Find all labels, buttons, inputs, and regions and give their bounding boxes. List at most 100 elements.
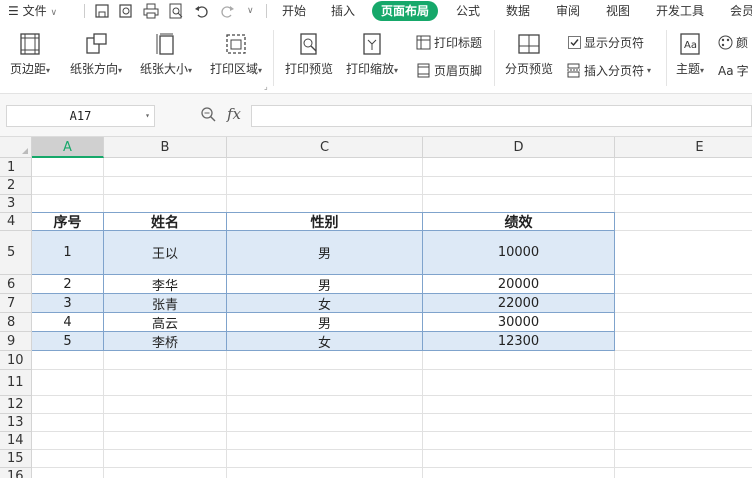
row-header-9[interactable]: 9: [0, 332, 32, 351]
more-icon[interactable]: ∨: [247, 0, 254, 22]
table-cell[interactable]: 3: [32, 294, 103, 312]
ribbon: 页边距▾ 纸张方向▾ 纸张大小▾ 打印区域▾ ⌟ 打印预览 打印缩放▾ 打印标题…: [0, 22, 752, 94]
zoom-icon[interactable]: [200, 106, 218, 124]
table-cell[interactable]: 10000: [423, 231, 614, 274]
tab-home[interactable]: 开始: [282, 0, 306, 22]
print-preview-button[interactable]: 打印预览: [282, 32, 336, 77]
table-cell[interactable]: 李桥: [104, 332, 226, 351]
page-break-preview-button[interactable]: 分页预览: [502, 32, 556, 77]
theme-icon: Aa: [680, 33, 700, 55]
row-header-4[interactable]: 4: [0, 213, 32, 231]
print-preview-label: 打印预览: [284, 62, 333, 76]
formula-bar: A17 ▾ fx: [0, 94, 752, 137]
row-header-11[interactable]: 11: [0, 370, 32, 396]
orientation-label: 纸张方向: [69, 62, 118, 76]
row-header-13[interactable]: 13: [0, 414, 32, 432]
select-all-corner[interactable]: [0, 137, 32, 158]
row-header-14[interactable]: 14: [0, 432, 32, 450]
row-header-6[interactable]: 6: [0, 275, 32, 294]
tab-data[interactable]: 数据: [506, 0, 530, 22]
column-header-b[interactable]: B: [104, 137, 227, 158]
margins-button[interactable]: 页边距▾: [8, 32, 52, 77]
column-header-a[interactable]: A: [32, 137, 104, 158]
print-titles-label: 打印标题: [434, 36, 483, 50]
print-scale-button[interactable]: 打印缩放▾: [342, 32, 402, 77]
table-cell[interactable]: 李华: [104, 275, 226, 294]
column-header-c[interactable]: C: [227, 137, 423, 158]
table-header-gender[interactable]: 性别: [227, 213, 422, 231]
insert-page-break-button[interactable]: 插入分页符 ▾: [566, 62, 651, 79]
show-page-breaks-label: 显示分页符: [584, 36, 645, 50]
tab-view[interactable]: 视图: [606, 0, 630, 22]
table-header-index[interactable]: 序号: [32, 213, 103, 231]
print-icon[interactable]: [143, 3, 159, 19]
undo-icon[interactable]: [194, 3, 210, 19]
show-page-breaks-checkbox[interactable]: 显示分页符: [568, 34, 644, 51]
table-cell[interactable]: 张青: [104, 294, 226, 313]
row-header-3[interactable]: 3: [0, 195, 32, 213]
column-header-e[interactable]: E: [615, 137, 752, 158]
table-cell[interactable]: 女: [227, 332, 422, 351]
hamburger-icon: ☰: [8, 4, 19, 18]
table-cell[interactable]: 女: [227, 294, 422, 313]
checkbox-checked-icon: [568, 36, 581, 49]
column-header-d[interactable]: D: [423, 137, 615, 158]
paper-size-icon: [156, 33, 174, 55]
table-cell[interactable]: 12300: [423, 332, 614, 350]
table-cell[interactable]: 高云: [104, 313, 226, 332]
paper-size-button[interactable]: 纸张大小▾: [136, 32, 196, 77]
theme-button[interactable]: Aa 主题▾: [672, 32, 708, 77]
fonts-button[interactable]: Aa 字: [718, 62, 749, 79]
table-cell[interactable]: 2: [32, 275, 103, 293]
tab-page-layout[interactable]: 页面布局: [372, 1, 439, 21]
function-icon[interactable]: fx: [227, 105, 241, 123]
row-header-5[interactable]: 5: [0, 231, 32, 275]
spreadsheet-grid: A B C D E 1 2 3 4 5 6 7 8 9 10 11 12 13 …: [0, 137, 752, 478]
tab-developer[interactable]: 开发工具: [656, 0, 704, 22]
row-header-15[interactable]: 15: [0, 450, 32, 468]
menu-bar: ☰ 文件 ∨ ∨ 开始 插入 页面布局 公式 数据 审阅 视图 开发工具 会员: [0, 0, 752, 22]
table-cell[interactable]: 22000: [423, 294, 614, 312]
print-titles-button[interactable]: 打印标题: [416, 34, 482, 51]
table-header-performance[interactable]: 绩效: [423, 213, 614, 231]
chevron-down-icon[interactable]: ▾: [145, 106, 150, 126]
redo-icon[interactable]: [219, 3, 235, 19]
file-menu-label: 文件: [22, 4, 47, 18]
save-icon[interactable]: [94, 3, 110, 19]
table-cell[interactable]: 男: [227, 275, 422, 294]
row-header-16[interactable]: 16: [0, 468, 32, 478]
tab-insert[interactable]: 插入: [331, 0, 355, 22]
table-cell[interactable]: 4: [32, 313, 103, 331]
colors-button[interactable]: 颜: [718, 34, 748, 51]
print-area-button[interactable]: 打印区域▾: [205, 32, 267, 77]
group-expand-icon[interactable]: ⌟: [264, 82, 268, 91]
table-cell[interactable]: 30000: [423, 313, 614, 331]
table-cell[interactable]: 5: [32, 332, 103, 350]
table-cell[interactable]: 王以: [104, 231, 226, 274]
print-preview-icon[interactable]: [168, 3, 184, 19]
table-cell[interactable]: 1: [32, 231, 103, 274]
colors-label: 颜: [736, 36, 749, 50]
table-header-name[interactable]: 姓名: [104, 213, 226, 231]
header-footer-icon: [417, 63, 430, 78]
header-footer-button[interactable]: 页眉页脚: [416, 62, 482, 79]
row-header-12[interactable]: 12: [0, 396, 32, 414]
row-header-1[interactable]: 1: [0, 158, 32, 177]
name-box[interactable]: A17 ▾: [6, 105, 155, 127]
table-cell[interactable]: 男: [227, 313, 422, 332]
export-pdf-icon[interactable]: [118, 3, 134, 19]
tab-formulas[interactable]: 公式: [456, 0, 480, 22]
tab-review[interactable]: 审阅: [556, 0, 580, 22]
orientation-button[interactable]: 纸张方向▾: [66, 32, 126, 77]
table-cell[interactable]: 20000: [423, 275, 614, 293]
row-header-8[interactable]: 8: [0, 313, 32, 332]
page-break-preview-label: 分页预览: [504, 62, 553, 76]
formula-input[interactable]: [251, 105, 752, 127]
font-aa-icon: Aa: [718, 63, 734, 78]
row-header-2[interactable]: 2: [0, 177, 32, 195]
tab-member[interactable]: 会员: [730, 0, 752, 22]
row-header-7[interactable]: 7: [0, 294, 32, 313]
table-cell[interactable]: 男: [227, 231, 422, 274]
file-menu[interactable]: ☰ 文件 ∨: [8, 0, 57, 22]
row-header-10[interactable]: 10: [0, 351, 32, 370]
